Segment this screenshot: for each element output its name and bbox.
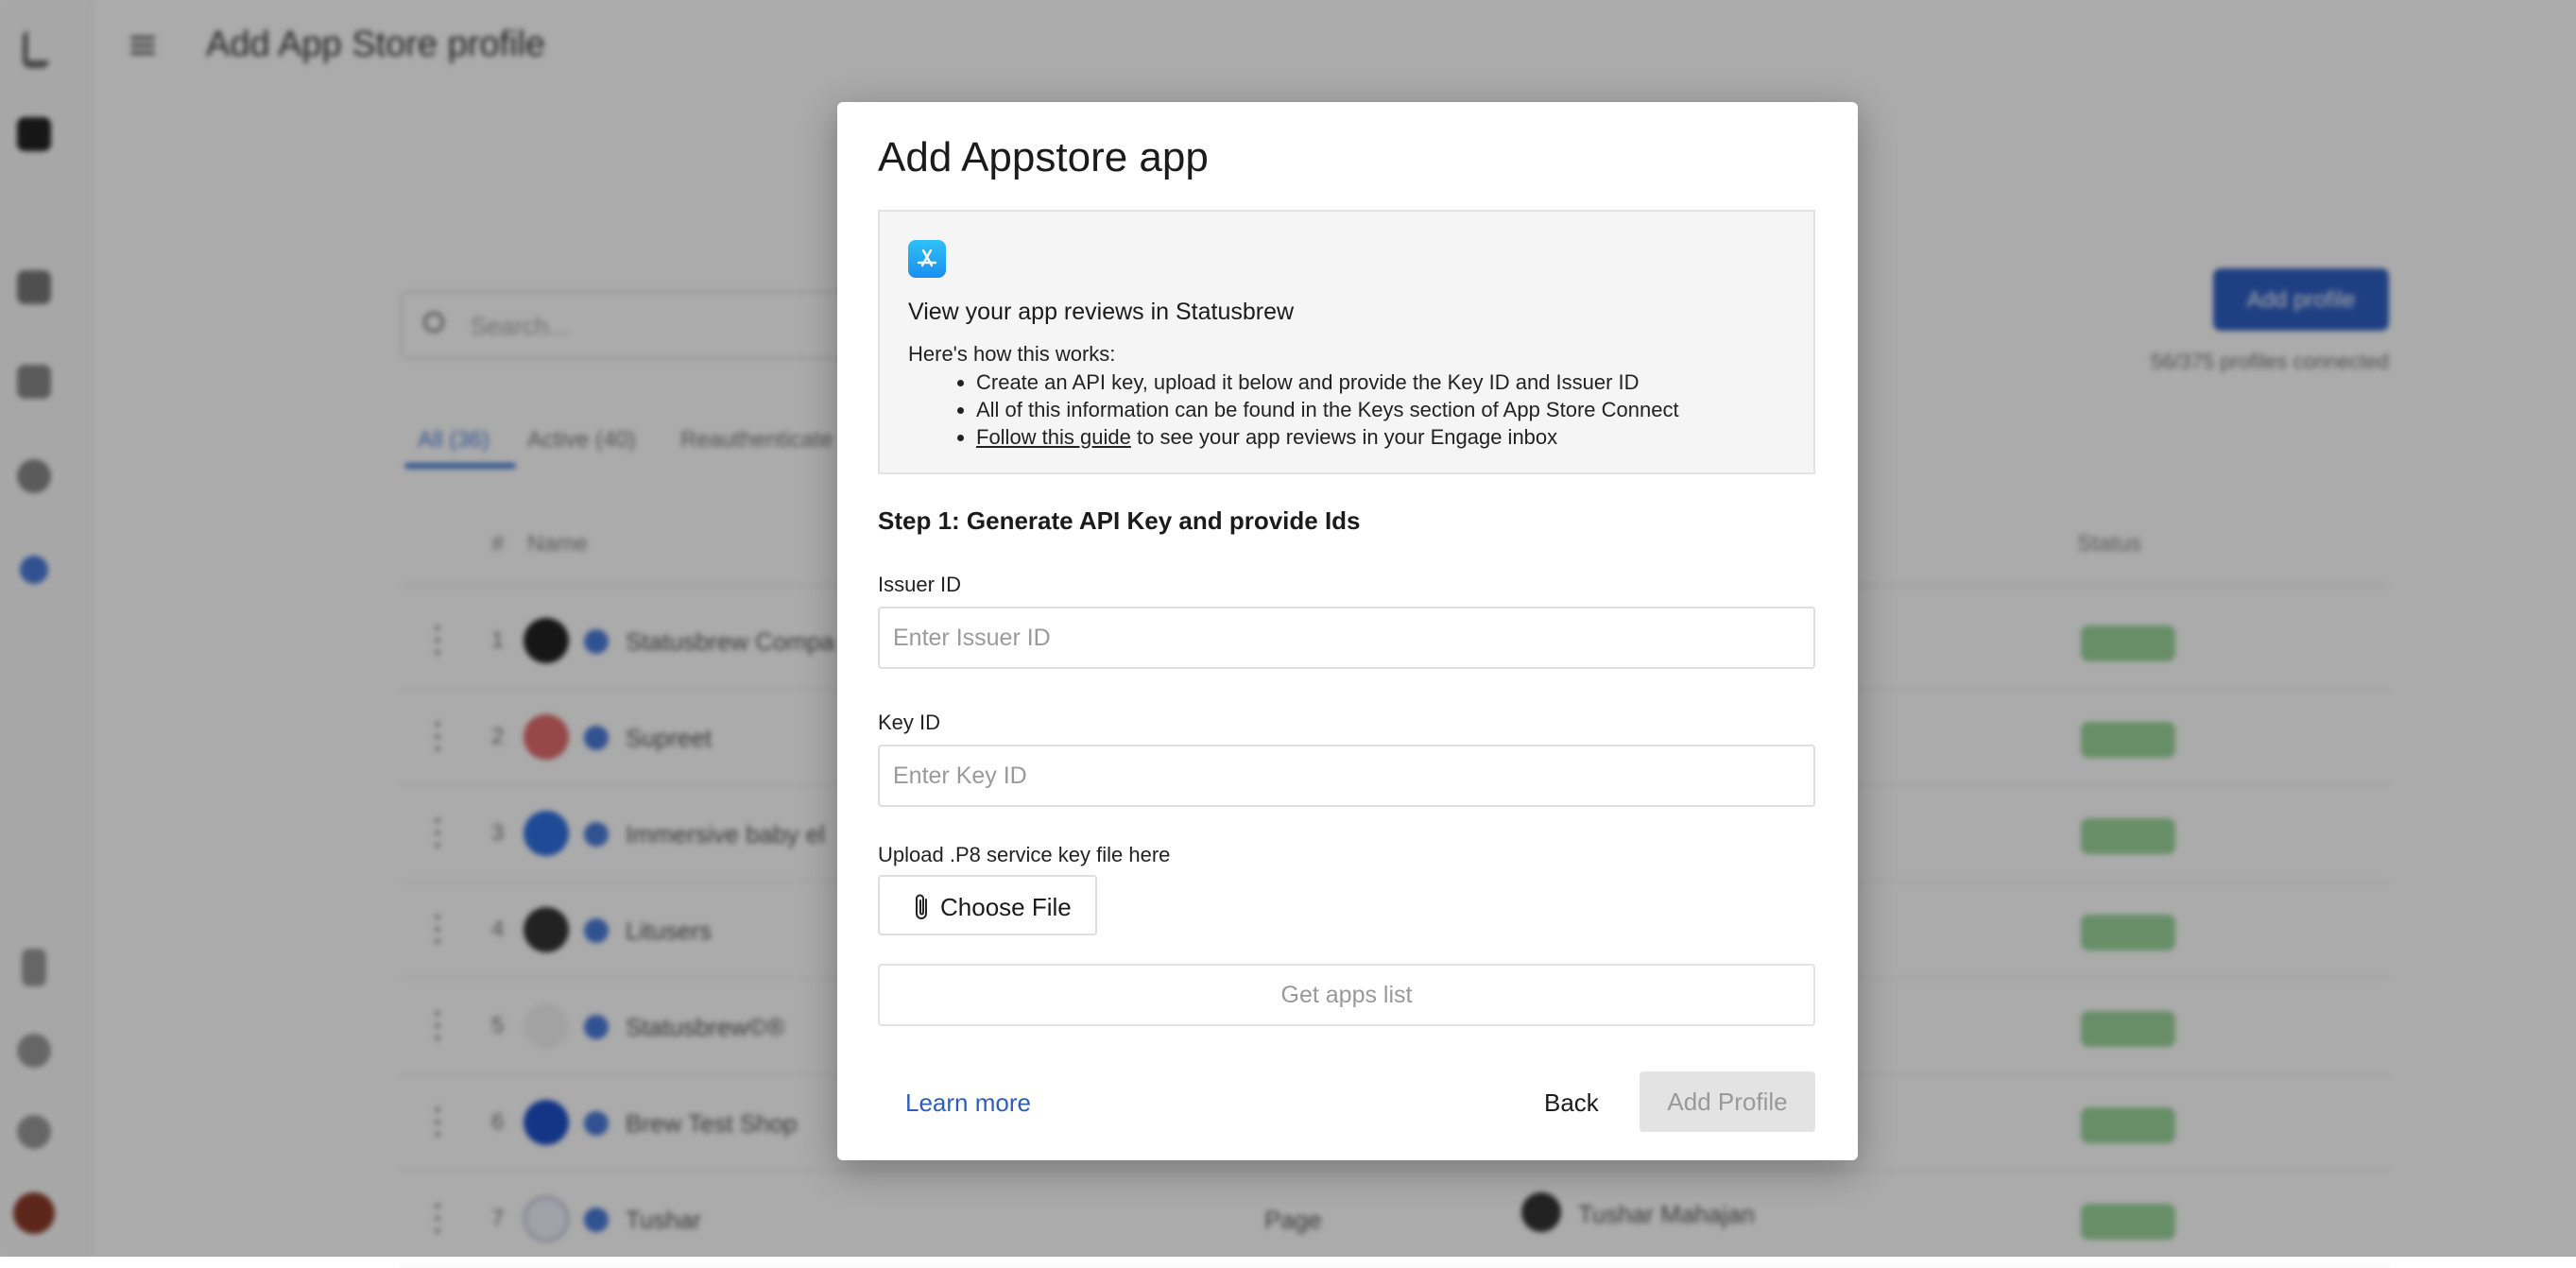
step-title: Step 1: Generate API Key and provide Ids [878,506,1361,535]
info-intro: Here's how this works: [908,342,1116,366]
dialog-title: Add Appstore app [878,134,1209,180]
follow-guide-link[interactable]: Follow this guide [976,425,1131,449]
issuer-id-input[interactable] [878,607,1815,669]
get-apps-list-button[interactable]: Get apps list [878,964,1815,1026]
upload-label: Upload .P8 service key file here [878,843,1171,866]
info-panel: View your app reviews in Statusbrew Here… [878,210,1815,474]
back-button[interactable]: Back [1544,1088,1599,1118]
app-store-icon [908,240,946,278]
learn-more-link[interactable]: Learn more [905,1088,1031,1118]
list-item: Create an API key, upload it below and p… [976,368,1796,396]
choose-file-button[interactable]: Choose File [878,875,1097,935]
guide-suffix: to see your app reviews in your Engage i… [1130,425,1558,449]
add-appstore-app-dialog: Add Appstore app View your app reviews i… [837,102,1858,1160]
info-steps-list: Create an API key, upload it below and p… [908,368,1796,451]
issuer-id-label: Issuer ID [878,573,962,596]
key-id-label: Key ID [878,711,941,734]
list-item: Follow this guide to see your app review… [976,423,1796,451]
choose-file-label: Choose File [940,893,1072,921]
add-profile-button[interactable]: Add Profile [1640,1071,1815,1132]
info-heading: View your app reviews in Statusbrew [908,299,1295,325]
paperclip-icon [916,894,927,919]
list-item: All of this information can be found in … [976,396,1796,423]
key-id-input[interactable] [878,745,1815,807]
